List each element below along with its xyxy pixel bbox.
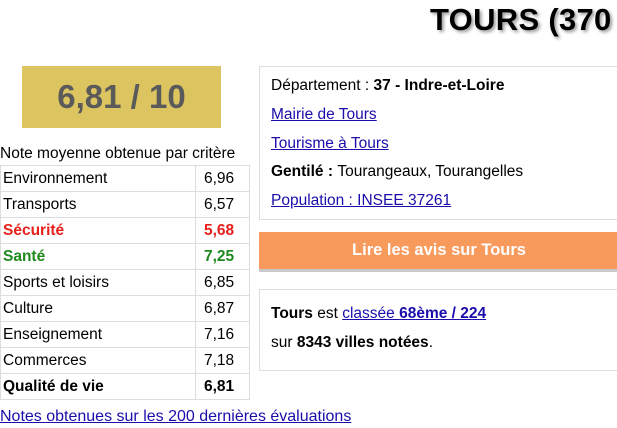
mairie-line: Mairie de Tours bbox=[271, 106, 377, 124]
page-title: TOURS (370 bbox=[430, 2, 612, 37]
criterion-value: 6,81 bbox=[195, 373, 250, 400]
table-row: Environnement 6,96 bbox=[0, 165, 250, 192]
criterion-label: Transports bbox=[0, 191, 196, 218]
ranking-est: est bbox=[312, 305, 343, 322]
population-line: Population : INSEE 37261 bbox=[271, 192, 451, 210]
tourisme-line: Tourisme à Tours bbox=[271, 135, 389, 153]
city-info-box: Département : 37 - Indre-et-Loire Mairie… bbox=[259, 66, 617, 220]
criterion-label: Commerces bbox=[0, 347, 196, 374]
criterion-value: 7,25 bbox=[195, 243, 250, 270]
criterion-value: 6,96 bbox=[195, 165, 250, 192]
criterion-value: 6,87 bbox=[195, 295, 250, 322]
criteria-caption: Note moyenne obtenue par critère bbox=[0, 145, 236, 162]
criterion-label: Environnement bbox=[0, 165, 196, 192]
criterion-label: Qualité de vie bbox=[0, 373, 196, 400]
gentile-line: Gentilé : Tourangeaux, Tourangelles bbox=[271, 163, 523, 181]
notes-link[interactable]: Notes obtenues sur les 200 dernières éva… bbox=[0, 408, 351, 426]
table-row: Sports et loisirs 6,85 bbox=[0, 269, 250, 296]
criterion-value: 7,18 bbox=[195, 347, 250, 374]
table-row: Culture 6,87 bbox=[0, 295, 250, 322]
criterion-value: 6,57 bbox=[195, 191, 250, 218]
departement-label: Département : bbox=[271, 77, 374, 94]
departement-line: Département : 37 - Indre-et-Loire bbox=[271, 77, 504, 95]
criterion-label: Sports et loisirs bbox=[0, 269, 196, 296]
table-row: Qualité de vie 6,81 bbox=[0, 373, 250, 400]
ranking-dot: . bbox=[428, 334, 433, 351]
ranking-box: Tours est classée 68ème / 224 sur 8343 v… bbox=[259, 289, 617, 371]
table-row: Commerces 7,18 bbox=[0, 347, 250, 374]
criteria-table: Environnement 6,96 Transports 6,57 Sécur… bbox=[0, 165, 250, 400]
table-row: Sécurité 5,68 bbox=[0, 217, 250, 244]
criterion-label: Culture bbox=[0, 295, 196, 322]
criterion-label: Sécurité bbox=[0, 217, 196, 244]
gentile-label: Gentilé : bbox=[271, 163, 338, 180]
ranking-rank[interactable]: 68ème / 224 bbox=[399, 305, 486, 322]
criterion-value: 5,68 bbox=[195, 217, 250, 244]
ranking-link[interactable]: classée 68ème / 224 bbox=[342, 305, 486, 322]
ranking-city: Tours bbox=[271, 305, 313, 322]
criterion-value: 6,85 bbox=[195, 269, 250, 296]
ranking-count: 8343 villes notées bbox=[296, 334, 429, 351]
table-row: Transports 6,57 bbox=[0, 191, 250, 218]
tourisme-link[interactable]: Tourisme à Tours bbox=[271, 135, 389, 152]
criterion-value: 7,16 bbox=[195, 321, 250, 348]
ranking-sur: sur bbox=[271, 334, 297, 351]
ranking-count-line: sur 8343 villes notées. bbox=[271, 334, 433, 352]
criterion-label: Santé bbox=[0, 243, 196, 270]
table-row: Santé 7,25 bbox=[0, 243, 250, 270]
table-row: Enseignement 7,16 bbox=[0, 321, 250, 348]
read-reviews-button[interactable]: Lire les avis sur Tours bbox=[259, 232, 617, 272]
ranking-line: Tours est classée 68ème / 224 bbox=[271, 305, 486, 323]
mairie-link[interactable]: Mairie de Tours bbox=[271, 106, 377, 123]
overall-score: 6,81 / 10 bbox=[22, 66, 221, 128]
population-link[interactable]: Population : INSEE 37261 bbox=[271, 192, 451, 209]
ranking-classee[interactable]: classée bbox=[342, 305, 399, 322]
criterion-label: Enseignement bbox=[0, 321, 196, 348]
gentile-value: Tourangeaux, Tourangelles bbox=[337, 163, 524, 180]
departement-value: 37 - Indre-et-Loire bbox=[373, 77, 505, 94]
